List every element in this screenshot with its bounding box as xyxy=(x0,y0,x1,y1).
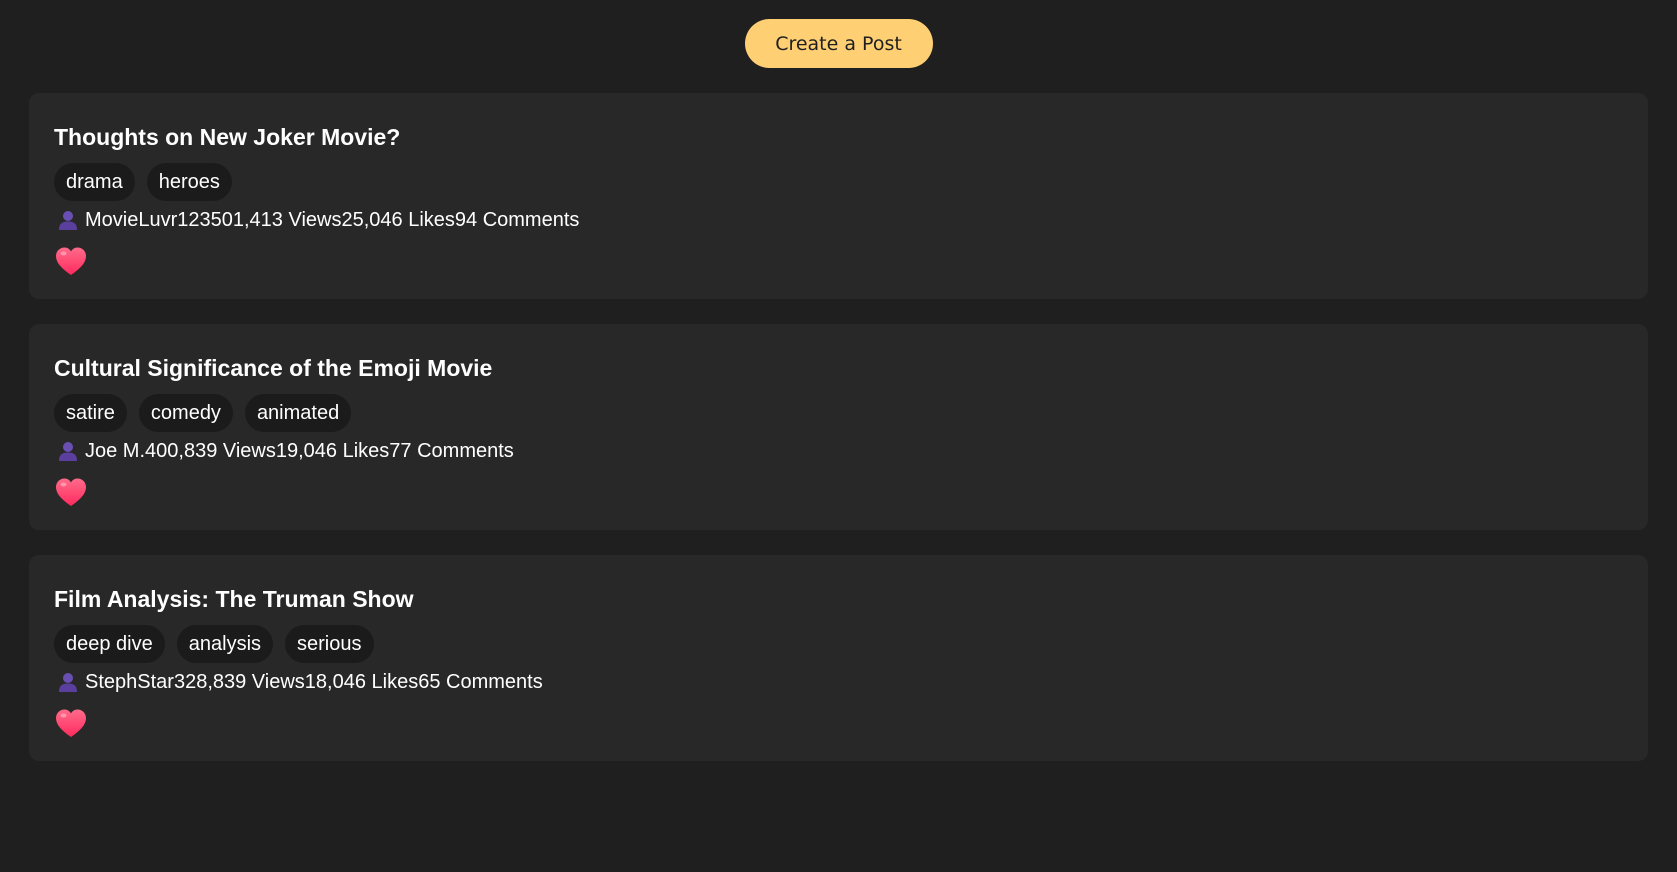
post-views: 501,413 Views xyxy=(210,208,342,231)
top-bar: Create a Post xyxy=(0,0,1677,86)
post-likes: 25,046 Likes xyxy=(341,208,455,231)
create-post-button[interactable]: Create a Post xyxy=(744,19,933,68)
tag[interactable]: deep dive xyxy=(54,625,165,663)
post-comments[interactable]: 77 Comments xyxy=(389,440,514,463)
post-views: 400,839 Views xyxy=(145,439,276,462)
user-icon xyxy=(59,211,77,230)
post-comments[interactable]: 65 Comments xyxy=(418,671,543,694)
post-card[interactable]: Film Analysis: The Truman Show deep dive… xyxy=(29,555,1648,761)
post-author[interactable]: Joe M. xyxy=(85,440,145,463)
tag[interactable]: comedy xyxy=(138,394,233,432)
post-card[interactable]: Thoughts on New Joker Movie? drama heroe… xyxy=(29,93,1648,299)
post-feed: Thoughts on New Joker Movie? drama heroe… xyxy=(0,86,1677,761)
tag[interactable]: analysis xyxy=(176,625,274,663)
tag-list: drama heroes xyxy=(54,163,1623,201)
post-meta: Joe M. 400,839 Views 19,046 Likes 77 Com… xyxy=(54,438,1623,464)
post-likes: 19,046 Likes xyxy=(275,439,390,462)
post-title[interactable]: Cultural Significance of the Emoji Movie xyxy=(54,352,1623,384)
tag[interactable]: heroes xyxy=(146,163,232,201)
post-card[interactable]: Cultural Significance of the Emoji Movie… xyxy=(29,324,1648,530)
user-icon xyxy=(59,673,77,692)
post-title[interactable]: Film Analysis: The Truman Show xyxy=(54,583,1623,615)
post-author[interactable]: StephStar xyxy=(85,671,174,694)
post-meta: StephStar 328,839 Views 18,046 Likes 65 … xyxy=(54,669,1623,695)
post-title[interactable]: Thoughts on New Joker Movie? xyxy=(54,121,1623,153)
heart-icon[interactable] xyxy=(54,245,88,277)
post-meta: MovieLuvr123 501,413 Views 25,046 Likes … xyxy=(54,207,1623,233)
tag-list: deep dive analysis serious xyxy=(54,625,1623,663)
post-author[interactable]: MovieLuvr123 xyxy=(85,209,211,232)
post-comments[interactable]: 94 Comments xyxy=(455,209,580,232)
tag[interactable]: drama xyxy=(54,163,135,201)
user-icon xyxy=(59,442,77,461)
heart-icon[interactable] xyxy=(54,707,88,739)
tag[interactable]: serious xyxy=(285,625,374,663)
post-likes: 18,046 Likes xyxy=(304,670,419,693)
tag[interactable]: satire xyxy=(54,394,127,432)
tag-list: satire comedy animated xyxy=(54,394,1623,432)
post-views: 328,839 Views xyxy=(173,670,305,693)
heart-icon[interactable] xyxy=(54,476,88,508)
tag[interactable]: animated xyxy=(244,394,352,432)
